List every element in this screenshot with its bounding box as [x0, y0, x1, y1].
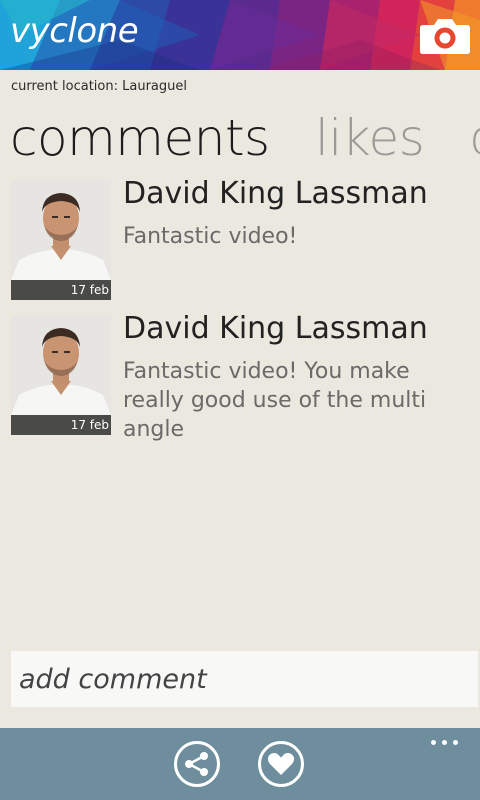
comment-text: Fantastic video! You make really good us… — [123, 359, 427, 442]
comment-date: 17 feb — [70, 418, 109, 432]
tab-likes[interactable]: likes — [315, 108, 425, 168]
date-strip: 17 feb — [11, 415, 111, 435]
share-button[interactable] — [174, 741, 220, 787]
app-bar — [0, 728, 480, 800]
avatar[interactable]: 17 feb — [11, 180, 111, 300]
comments-screen: vyclone current location: Lauraguel comm… — [0, 0, 480, 800]
more-dots-icon — [431, 740, 436, 745]
camera-button[interactable] — [419, 17, 471, 55]
comment-date: 17 feb — [70, 283, 109, 297]
comment-author[interactable]: David King Lassman — [123, 176, 428, 212]
more-dots-icon — [442, 740, 447, 745]
current-location: current location: Lauraguel — [11, 79, 187, 94]
tab-comments[interactable]: comments — [10, 108, 270, 168]
comment-item[interactable]: 17 feb David King Lassman Fantastic vide… — [11, 176, 471, 300]
add-comment-input[interactable] — [11, 651, 478, 707]
avatar-photo — [11, 315, 111, 415]
camera-icon — [420, 19, 470, 54]
date-strip: 17 feb — [11, 280, 111, 300]
more-options-button[interactable] — [426, 732, 462, 752]
like-button[interactable] — [258, 741, 304, 787]
avatar-photo — [11, 180, 111, 280]
app-logo: vyclone — [10, 11, 139, 51]
comment-item[interactable]: 17 feb David King Lassman Fantastic vide… — [11, 311, 471, 445]
comment-author[interactable]: David King Lassman — [123, 311, 428, 347]
avatar[interactable]: 17 feb — [11, 315, 111, 435]
heart-icon — [267, 752, 295, 775]
more-dots-icon — [453, 740, 458, 745]
share-icon — [185, 752, 208, 776]
app-header: vyclone — [0, 0, 480, 70]
tab-contributors[interactable]: contributors — [470, 108, 480, 168]
comment-text: Fantastic video! — [123, 224, 298, 249]
pivot-tabs: comments likes contributors — [10, 108, 480, 168]
